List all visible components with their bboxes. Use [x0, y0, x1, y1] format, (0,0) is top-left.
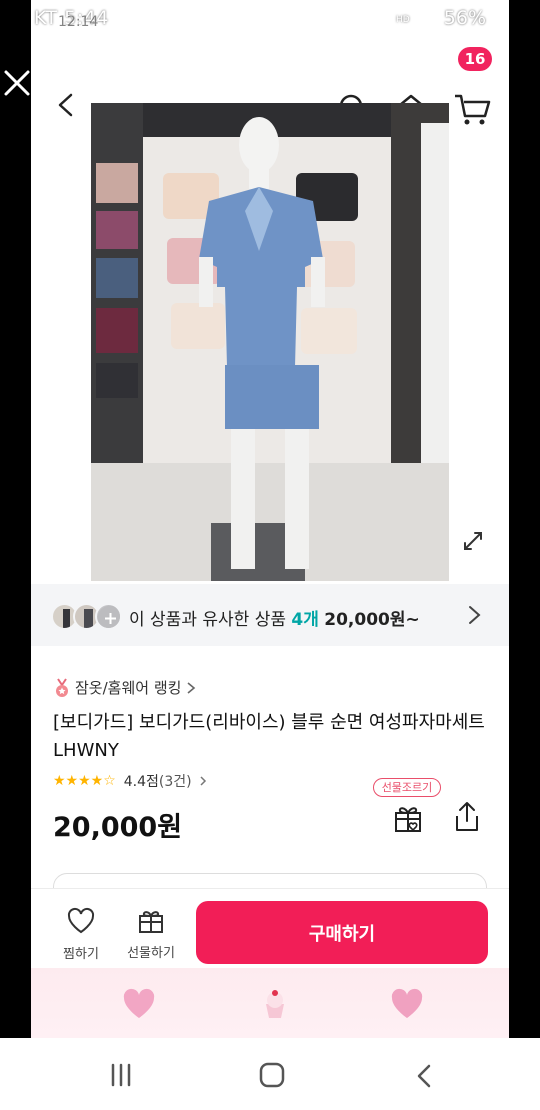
buy-button[interactable]: 구매하기: [196, 901, 488, 964]
wifi-icon: [366, 9, 386, 27]
back-icon[interactable]: [51, 89, 83, 121]
ranking-label: 잠옷/홈웨어 랭킹: [75, 679, 182, 697]
ghost-time: 12:14: [58, 14, 99, 30]
wishlist-label: 찜하기: [63, 947, 99, 962]
app-screen: 16 이 상품과 유사한 상품 4개 20,000원~ 잠옷/홈웨어 랭킹 [보…: [31, 0, 509, 1038]
battery-percent: 56%: [443, 7, 486, 29]
plus-icon: [95, 603, 122, 630]
screen-frame: KT 5:44 12:14 HD 56% 16 이 상품과 유사한 상품 4개 …: [0, 0, 540, 1110]
medal-icon: [53, 677, 71, 698]
similar-text: 이 상품과 유사한 상품: [129, 610, 286, 630]
gift-button[interactable]: 선물하기: [121, 906, 181, 961]
alarm-icon: [342, 9, 360, 27]
similar-price: 20,000원~: [324, 610, 420, 630]
system-home-icon[interactable]: [258, 1061, 286, 1089]
product-image[interactable]: [91, 103, 449, 581]
recent-apps-icon[interactable]: [108, 1062, 134, 1088]
category-ranking-link[interactable]: 잠옷/홈웨어 랭킹: [53, 677, 197, 698]
chevron-right-small-icon: [185, 681, 197, 695]
status-right-icons: HD 56%: [342, 7, 504, 29]
status-bar: KT 5:44 12:14 HD 56%: [0, 0, 540, 36]
similar-products-label: 이 상품과 유사한 상품 4개 20,000원~: [129, 605, 420, 630]
system-nav-bar: [0, 1038, 540, 1110]
cart-icon[interactable]: [451, 90, 493, 128]
gift-label: 선물하기: [127, 946, 175, 961]
signal-icon: [420, 9, 438, 27]
hd-icon: HD: [392, 10, 414, 26]
promo-strip: [31, 968, 509, 1038]
similar-count: 4개: [291, 610, 319, 630]
rating-stars-icon: ★★★★☆: [53, 773, 116, 789]
product-title: [보디가드] 보디가드(리바이스) 블루 순면 여성파자마세트LHWNY: [53, 712, 485, 761]
system-back-icon[interactable]: [412, 1062, 436, 1090]
product-price: 20,000원: [53, 812, 183, 843]
battery-icon: [492, 8, 504, 28]
rating-score: 4.4점: [123, 774, 159, 790]
rating-summary[interactable]: ★★★★☆ 4.4점 (3건): [53, 771, 208, 791]
purchase-bar: 찜하기 선물하기 구매하기: [31, 888, 509, 968]
wishlist-button[interactable]: 찜하기: [51, 907, 111, 962]
chevron-right-tiny-icon: [198, 775, 208, 787]
gift-icon[interactable]: [391, 801, 425, 835]
app-header: [31, 36, 509, 125]
review-count: (3건): [158, 774, 192, 790]
svg-text:HD: HD: [396, 15, 410, 25]
expand-image-button[interactable]: [454, 522, 492, 560]
gift-request-tag: 선물조르기: [373, 778, 441, 797]
chevron-right-icon: [463, 603, 485, 627]
share-icon[interactable]: [451, 800, 483, 834]
cupcake-icon: [257, 986, 293, 1022]
close-icon[interactable]: [2, 68, 32, 98]
heart-icon-2: [389, 986, 425, 1022]
heart-icon: [121, 986, 157, 1022]
cart-count-badge: 16: [458, 47, 492, 71]
similar-products-strip[interactable]: 이 상품과 유사한 상품 4개 20,000원~: [31, 584, 509, 646]
